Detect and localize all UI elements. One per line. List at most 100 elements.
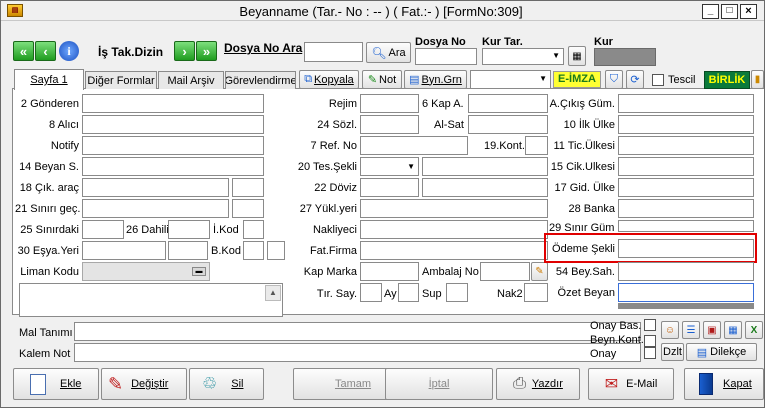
byn-grn-button[interactable]: ▤ Byn.Grn [404, 70, 467, 89]
ref-no-input[interactable] [360, 136, 468, 155]
prev-record-icon[interactable]: ‹ [35, 41, 56, 61]
dahili-input[interactable] [168, 220, 210, 239]
tes-sekli-label: 20 Tes.Şekli [297, 161, 357, 173]
users-icon[interactable]: ☺ [661, 321, 679, 339]
tes-sekli-select[interactable]: ▼ [360, 157, 419, 176]
cik-arac-code-input[interactable] [232, 178, 264, 197]
degistir-button[interactable]: ✎ Değiştir [101, 368, 187, 400]
doviz-input[interactable] [360, 178, 419, 197]
tab-mail-arsiv[interactable]: Mail Arşiv [158, 71, 224, 89]
notes-textarea[interactable]: ▲ [19, 283, 283, 317]
sinir-gec-input[interactable] [82, 199, 229, 218]
gid-ulke-input[interactable] [618, 178, 754, 197]
ara-button[interactable]: 🔍︎ Ara [366, 42, 411, 63]
info-icon[interactable]: i [59, 41, 79, 61]
iptal-button[interactable]: İptal [385, 368, 493, 400]
ekle-button[interactable]: Ekle [13, 368, 99, 400]
tir-say-input[interactable] [360, 283, 382, 302]
mal-tanimi-input[interactable] [74, 322, 641, 341]
maximize-button[interactable]: □ [721, 4, 738, 19]
kap-a-label: 6 Kap A. [422, 98, 464, 110]
tes-sekli-desc-input[interactable] [422, 157, 548, 176]
dosya-no-input[interactable] [415, 48, 477, 65]
list-icon[interactable]: ☰ [682, 321, 700, 339]
b-kod-input[interactable] [243, 241, 264, 260]
calculator-icon[interactable]: ▦ [568, 46, 586, 66]
banka-input[interactable] [618, 199, 754, 218]
onay-checkbox[interactable] [644, 347, 656, 359]
sinirdaki-input[interactable] [82, 220, 124, 239]
not-button[interactable]: ✎ Not [362, 70, 402, 89]
kopyala-button[interactable]: ⧉ Kopyala [299, 70, 359, 89]
form-select[interactable]: ▼ [470, 70, 551, 89]
kalem-not-input[interactable] [74, 343, 641, 362]
is-takip-label[interactable]: İş Tak.Dizin [98, 45, 163, 59]
fat-firma-input[interactable] [360, 241, 548, 260]
sinir-gum-input[interactable] [618, 220, 754, 232]
ambalaj-no-input[interactable] [480, 262, 530, 281]
hidden-row-bar [618, 303, 754, 309]
edit-icon[interactable]: ✎ [531, 262, 548, 281]
email-button[interactable]: ✉ E-Mail [588, 368, 674, 400]
kap-marka-input[interactable] [360, 262, 419, 281]
ilk-ulke-input[interactable] [618, 115, 754, 134]
al-sat-input[interactable] [468, 115, 548, 134]
birlik-button[interactable]: BİRLİK [704, 71, 750, 89]
minimize-button[interactable]: _ [702, 4, 719, 19]
sinir-gec-code-input[interactable] [232, 199, 264, 218]
tic-ulkesi-input[interactable] [618, 136, 754, 155]
yazdir-button[interactable]: ⎙ Yazdır [496, 368, 580, 400]
b-kod-extra-input[interactable] [267, 241, 285, 260]
liman-kodu-label: Liman Kodu [20, 266, 79, 278]
sozl-input[interactable] [360, 115, 419, 134]
shield-icon[interactable]: ⛉ [605, 70, 623, 89]
cik-arac-input[interactable] [82, 178, 229, 197]
e-imza-button[interactable]: E-İMZA [553, 71, 601, 88]
yukl-yeri-input[interactable] [360, 199, 548, 218]
gonderen-input[interactable] [82, 94, 264, 113]
nakliyeci-input[interactable] [360, 220, 548, 239]
esya-yeri-input[interactable] [82, 241, 166, 260]
liman-kodu-input[interactable]: ▬ [82, 262, 210, 281]
a-cikis-gum-input[interactable] [618, 94, 754, 113]
tescil-checkbox[interactable] [652, 74, 664, 86]
dosya-no-search-input[interactable] [304, 42, 363, 62]
cik-ulkesi-input[interactable] [618, 157, 754, 176]
refresh-icon[interactable]: ⟳ [626, 70, 644, 89]
excel-icon[interactable]: X [745, 321, 763, 339]
save-disk-icon[interactable]: ▣ [703, 321, 721, 339]
i-kod-input[interactable] [243, 220, 264, 239]
kapat-button[interactable]: Kapat [684, 368, 764, 400]
scroll-up-icon[interactable]: ▲ [265, 285, 281, 301]
sil-button[interactable]: ♲ Sil [189, 368, 264, 400]
ay-input[interactable] [398, 283, 419, 302]
beyn-kont-checkbox[interactable] [644, 335, 656, 347]
doviz-desc-input[interactable] [422, 178, 548, 197]
rejim-input[interactable] [360, 94, 419, 113]
nak2-input[interactable] [524, 283, 548, 302]
first-record-icon[interactable]: « [13, 41, 34, 61]
tab-sayfa-1[interactable]: Sayfa 1 [14, 69, 84, 90]
grid-icon[interactable]: ▦ [724, 321, 742, 339]
esya-yeri-code-input[interactable] [168, 241, 208, 260]
dilekce-button[interactable]: ▤ Dilekçe [686, 343, 757, 361]
sup-input[interactable] [446, 283, 468, 302]
kap-a-input[interactable] [468, 94, 548, 113]
kont-input[interactable] [525, 136, 548, 155]
next-record-icon[interactable]: › [174, 41, 195, 61]
alici-input[interactable] [82, 115, 264, 134]
onay-bas-checkbox[interactable] [644, 319, 656, 331]
beyan-s-input[interactable] [82, 157, 264, 176]
lock-icon[interactable]: ▮ [751, 70, 764, 89]
close-button[interactable]: × [740, 4, 757, 19]
chevron-down-icon: ▼ [552, 51, 560, 60]
dzlt-button[interactable]: Dzlt [661, 343, 684, 361]
ozet-beyan-input[interactable] [618, 283, 754, 302]
bey-sah-input[interactable] [618, 262, 754, 281]
tab-diger-formlar[interactable]: Diğer Formlar [85, 71, 157, 89]
notify-input[interactable] [82, 136, 264, 155]
last-record-icon[interactable]: » [196, 41, 217, 61]
tab-gorevlendirme[interactable]: Görevlendirme [225, 71, 296, 89]
lookup-icon[interactable]: ▬ [192, 267, 206, 276]
kur-tar-select[interactable]: ▼ [482, 48, 564, 65]
